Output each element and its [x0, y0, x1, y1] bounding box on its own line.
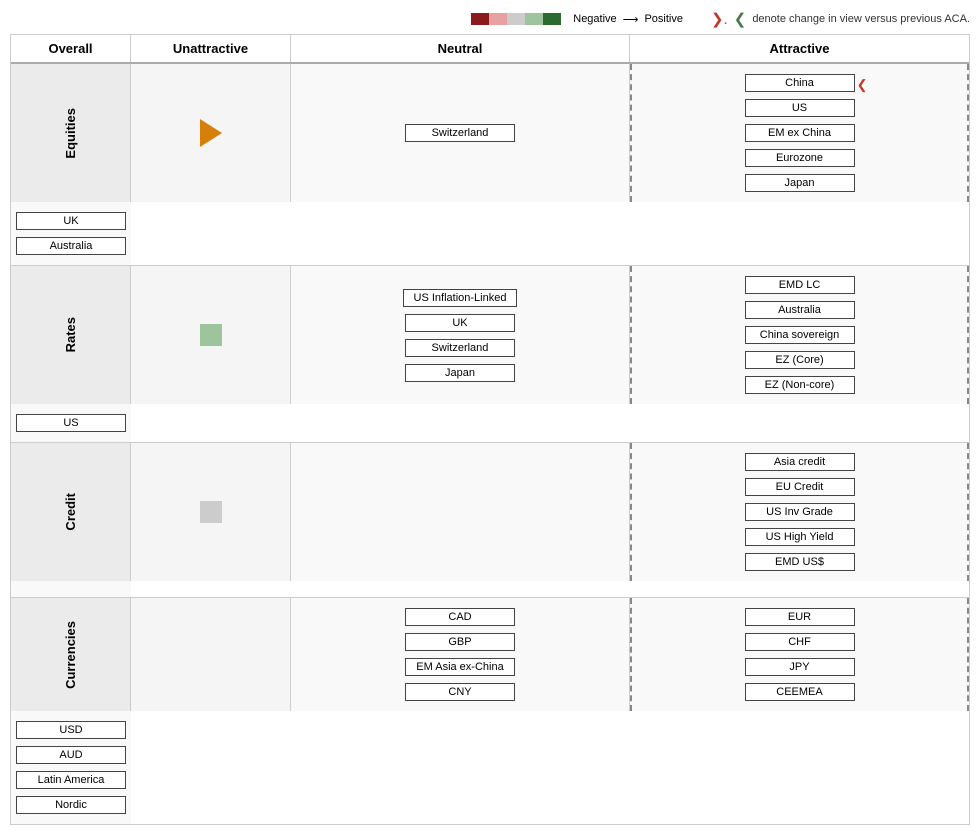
tag-ceemea: CEEMEA — [745, 683, 855, 701]
legend-positive-label: Positive — [644, 13, 683, 25]
equities-label-text: Equities — [63, 108, 78, 159]
tag-us-inflation-linked: US Inflation-Linked — [403, 289, 518, 307]
legend-gray — [507, 13, 525, 25]
tag-switzerland-equities: Switzerland — [405, 124, 515, 142]
rates-neutral-tags: EMD LC Australia China sovereign EZ (Cor… — [745, 274, 855, 396]
credit-neutral-tags: Asia credit EU Credit US Inv Grade US Hi… — [745, 451, 855, 573]
tag-chf: CHF — [745, 633, 855, 651]
legend-darkred — [471, 13, 489, 25]
currencies-label-text: Currencies — [63, 621, 78, 689]
tag-em-asia-ex-china: EM Asia ex-China — [405, 658, 515, 676]
legend-negative-label: Negative — [573, 13, 616, 25]
tag-gbp: GBP — [405, 633, 515, 651]
tag-latin-america: Latin America — [16, 771, 126, 789]
currencies-attractive-tags: USD AUD Latin America Nordic — [16, 719, 126, 816]
equities-unattractive-tags: Switzerland — [405, 122, 515, 144]
credit-overall-indicator — [200, 501, 222, 523]
tag-uk-equities: UK — [16, 212, 126, 230]
tag-us-rates: US — [16, 414, 126, 432]
tag-emd-lc: EMD LC — [745, 276, 855, 294]
rates-unattractive: US Inflation-Linked UK Switzerland Japan — [291, 266, 630, 404]
tag-nordic: Nordic — [16, 796, 126, 814]
header-attractive: Attractive — [630, 35, 969, 62]
currencies-neutral: EUR CHF JPY CEEMEA — [630, 598, 969, 711]
tag-uk-rates: UK — [405, 314, 515, 332]
main-container: Overall Unattractive Neutral Attractive … — [10, 34, 970, 825]
credit-overall — [131, 443, 291, 581]
currencies-overall — [131, 598, 291, 711]
china-change-indicator: ❮ — [857, 77, 868, 93]
credit-neutral: Asia credit EU Credit US Inv Grade US Hi… — [630, 443, 969, 581]
currencies-label: Currencies — [11, 598, 131, 711]
equities-row: Equities Switzerland China❮ US EM ex Chi… — [11, 64, 969, 266]
currencies-unattractive-tags: CAD GBP EM Asia ex-China CNY — [405, 606, 515, 703]
header-unattractive: Unattractive — [131, 35, 291, 62]
tag-japan-rates: Japan — [405, 364, 515, 382]
rates-row: Rates US Inflation-Linked UK Switzerland… — [11, 266, 969, 443]
equities-attractive: UK Australia — [11, 202, 131, 265]
tag-cny: CNY — [405, 683, 515, 701]
legend-arrow: ⟶ — [623, 13, 639, 26]
rates-neutral: EMD LC Australia China sovereign EZ (Cor… — [630, 266, 969, 404]
equities-overall-indicator — [200, 119, 222, 147]
tag-ez-core: EZ (Core) — [745, 351, 855, 369]
rates-attractive: US — [11, 404, 131, 442]
rates-overall — [131, 266, 291, 404]
tag-australia-rates: Australia — [745, 301, 855, 319]
legend-darkgreen — [543, 13, 561, 25]
rates-attractive-tags: US — [16, 412, 126, 434]
header-overall: Overall — [11, 35, 131, 62]
equities-label: Equities — [11, 64, 131, 202]
change-icon-green: ❮ — [734, 10, 747, 28]
tag-em-ex-china: EM ex China — [745, 124, 855, 142]
tag-emd-usd: EMD US$ — [745, 553, 855, 571]
credit-label-text: Credit — [63, 493, 78, 531]
tag-us-equities: US — [745, 99, 855, 117]
legend-lightgreen — [525, 13, 543, 25]
header-row: Overall Unattractive Neutral Attractive — [11, 35, 969, 64]
page-container: Negative ⟶ Positive ❯. ❮ denote change i… — [0, 0, 980, 835]
equities-overall — [131, 64, 291, 202]
legend-lightred — [489, 13, 507, 25]
tag-us-high-yield: US High Yield — [745, 528, 855, 546]
currencies-neutral-tags: EUR CHF JPY CEEMEA — [745, 606, 855, 703]
change-icon-red: ❯. — [711, 10, 728, 28]
equities-neutral-tags: China❮ US EM ex China Eurozone Japan — [745, 72, 855, 194]
tag-switzerland-rates: Switzerland — [405, 339, 515, 357]
rates-overall-indicator — [200, 324, 222, 346]
equities-attractive-tags: UK Australia — [16, 210, 126, 257]
tag-ez-noncore: EZ (Non-core) — [745, 376, 855, 394]
color-scale — [471, 13, 561, 25]
tag-eurozone: Eurozone — [745, 149, 855, 167]
currencies-row: Currencies CAD GBP EM Asia ex-China CNY … — [11, 598, 969, 824]
tag-cad: CAD — [405, 608, 515, 626]
tag-china-sovereign: China sovereign — [745, 326, 855, 344]
credit-unattractive — [291, 443, 630, 581]
tag-us-inv-grade: US Inv Grade — [745, 503, 855, 521]
tag-jpy: JPY — [745, 658, 855, 676]
tag-japan-equities: Japan — [745, 174, 855, 192]
currencies-attractive: USD AUD Latin America Nordic — [11, 711, 131, 824]
header-neutral: Neutral — [291, 35, 630, 62]
currencies-unattractive: CAD GBP EM Asia ex-China CNY — [291, 598, 630, 711]
legend-row: Negative ⟶ Positive ❯. ❮ denote change i… — [10, 10, 970, 28]
credit-label: Credit — [11, 443, 131, 581]
credit-attractive — [11, 581, 131, 597]
tag-asia-credit: Asia credit — [745, 453, 855, 471]
tag-china: China❮ — [745, 74, 855, 92]
equities-unattractive: Switzerland — [291, 64, 630, 202]
tag-aud: AUD — [16, 746, 126, 764]
rates-label-text: Rates — [63, 317, 78, 352]
tag-usd: USD — [16, 721, 126, 739]
credit-row: Credit Asia credit EU Credit US Inv Grad… — [11, 443, 969, 598]
equities-neutral: China❮ US EM ex China Eurozone Japan — [630, 64, 969, 202]
tag-eu-credit: EU Credit — [745, 478, 855, 496]
change-note: denote change in view versus previous AC… — [752, 13, 970, 25]
tag-australia-equities: Australia — [16, 237, 126, 255]
tag-eur: EUR — [745, 608, 855, 626]
rates-label: Rates — [11, 266, 131, 404]
rates-unattractive-tags: US Inflation-Linked UK Switzerland Japan — [403, 287, 518, 384]
